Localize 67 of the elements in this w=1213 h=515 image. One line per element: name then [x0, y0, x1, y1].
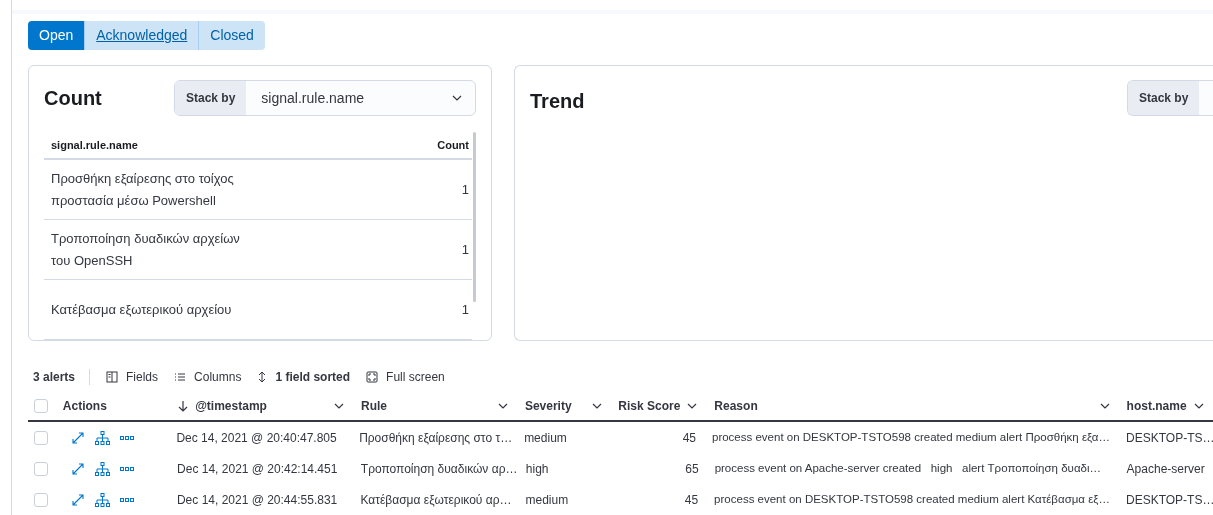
stack-by-select[interactable]: Stack by: [1127, 80, 1213, 116]
column-header: signal.rule.name: [51, 137, 138, 153]
expand-icon[interactable]: [70, 492, 85, 507]
more-icon[interactable]: [119, 434, 134, 441]
table-cell-text: Κατέβασμα εξωτερικού αρ…: [359, 491, 513, 509]
table-cell-text: Dec 14, 2021 @ 20:42:14.451: [176, 460, 339, 478]
column-header[interactable]: Severity: [524, 397, 586, 415]
table-cell-text: Apache-server: [1125, 460, 1206, 478]
count-value: 1: [461, 240, 470, 259]
status-tab[interactable]: Open: [28, 21, 86, 50]
table-cell-text: process event on DESKTOP-TSTO598 created medium alert Κατέβασμα εξ…: [713, 491, 1111, 507]
table-cell-text: Προσθήκη εξαίρεσης στο τ…: [358, 429, 514, 447]
column-header[interactable]: Risk Score: [618, 397, 681, 415]
scrollbar[interactable]: [473, 132, 476, 302]
hierarchy-icon[interactable]: [94, 461, 110, 476]
table-cell-text: Dec 14, 2021 @ 20:40:47.805: [175, 429, 338, 447]
checkbox[interactable]: [34, 461, 48, 476]
table-cell-text: 45: [683, 491, 700, 509]
expand-icon[interactable]: [70, 430, 85, 445]
column-header[interactable]: host.name: [1126, 397, 1187, 415]
column-header: Count: [437, 137, 470, 153]
alert-count: 3 alerts: [32, 369, 76, 386]
sort-down-icon: [177, 400, 190, 412]
table-cell-text: DESKTOP-TS…: [1125, 491, 1213, 509]
columns-icon: [106, 371, 119, 383]
table-cell-text: process event on Apache-server created high alert Τροποποίηση δυαδι…: [713, 460, 1102, 476]
status-tab[interactable]: Closed: [199, 21, 265, 50]
fullscreen-icon: [366, 371, 379, 383]
table-cell-text: Dec 14, 2021 @ 20:44:55.831: [175, 491, 339, 509]
select-value: signal.rule.name: [260, 88, 366, 108]
more-icon[interactable]: [119, 496, 134, 503]
toolbar-button[interactable]: Full screen: [366, 368, 445, 386]
table-cell-text: DESKTOP-TS…: [1125, 429, 1213, 447]
count-value: 1: [461, 300, 470, 319]
rule-name: Κατέβασμα εξωτερικού αρχείου: [51, 300, 232, 319]
select-label: Stack by: [1128, 81, 1200, 115]
expand-icon[interactable]: [70, 461, 85, 476]
checkbox[interactable]: [34, 430, 48, 445]
table-cell-text: Τροποποίηση δυαδικών αρ…: [359, 460, 518, 478]
table-cell-text: process event on DESKTOP-TSTO598 created medium alert Προσθήκη εξα…: [711, 429, 1111, 445]
more-icon[interactable]: [119, 465, 134, 472]
checkbox[interactable]: [34, 399, 48, 413]
panel-title: Count: [44, 86, 102, 111]
checkbox[interactable]: [34, 492, 48, 507]
column-header[interactable]: Reason: [714, 397, 1093, 415]
table-cell-text: medium: [524, 491, 570, 509]
panel-title: Trend: [530, 89, 585, 114]
column-header[interactable]: @timestamp: [195, 397, 327, 415]
list-icon: [174, 371, 187, 383]
status-tab[interactable]: Acknowledged: [85, 21, 200, 50]
hierarchy-icon[interactable]: [94, 430, 110, 445]
toolbar-button[interactable]: 1 field sorted: [257, 368, 351, 386]
count-value: 1: [461, 180, 470, 199]
rule-name: Προσθήκη εξαίρεσης στο τοίχος προστασία μέσω Powershell: [51, 169, 234, 210]
table-cell-text: high: [524, 460, 550, 478]
toolbar-button[interactable]: Fields: [106, 368, 159, 386]
column-header[interactable]: Rule: [360, 397, 491, 415]
select-label: Stack by: [175, 81, 247, 115]
toolbar-button[interactable]: Columns: [174, 368, 242, 386]
table-cell-text: medium: [523, 429, 568, 447]
column-header[interactable]: Actions: [62, 397, 162, 415]
table-cell-text: 45: [681, 429, 697, 447]
table-cell-text: 65: [684, 460, 700, 478]
rule-name: Τροποποίηση δυαδικών αρχείων του OpenSSH: [51, 229, 240, 270]
sort-icon: [257, 371, 268, 383]
hierarchy-icon[interactable]: [94, 492, 110, 507]
stack-by-select[interactable]: Stack by signal.rule.name: [174, 80, 476, 116]
